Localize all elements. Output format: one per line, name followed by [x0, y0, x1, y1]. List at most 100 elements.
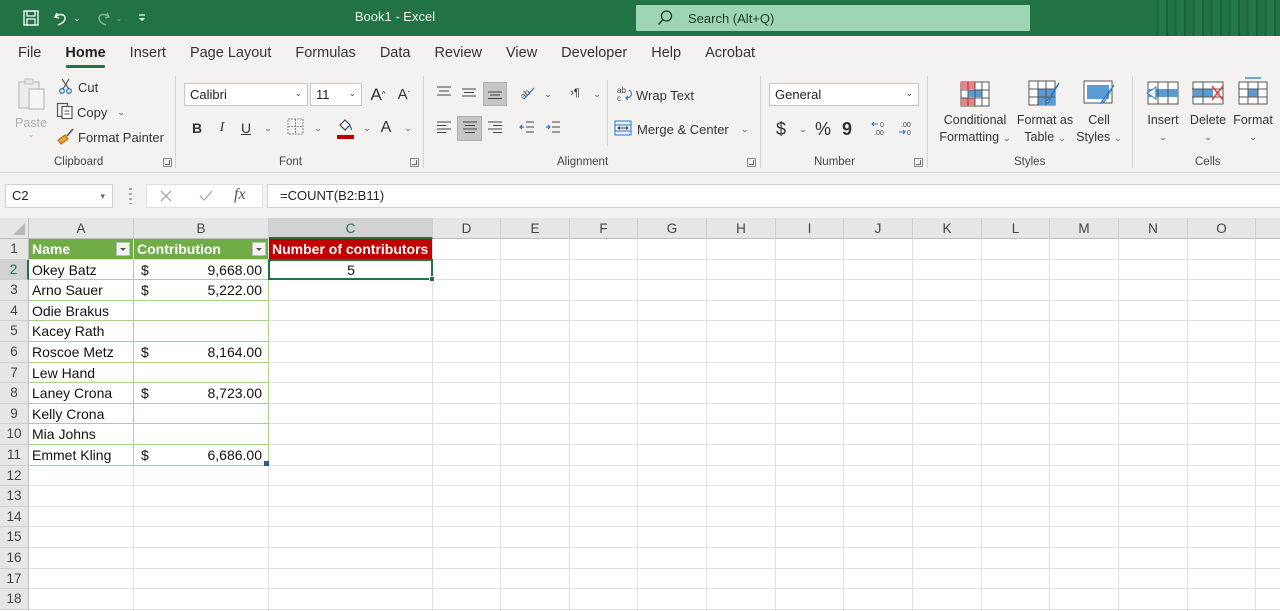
paste-button[interactable]: Paste ⌄ — [12, 76, 50, 146]
table-cell-amount[interactable]: 6,686.00 — [134, 445, 265, 465]
insert-function-icon[interactable]: fx — [234, 186, 246, 204]
row-header-16[interactable]: 16 — [0, 548, 29, 569]
tab-developer[interactable]: Developer — [549, 36, 639, 72]
conditional-formatting-button[interactable]: Conditional Formatting ⌄ — [938, 112, 1012, 147]
increase-indent-button[interactable] — [542, 117, 564, 139]
column-header-c[interactable]: C — [269, 218, 433, 239]
table-cell-amount[interactable]: 8,723.00 — [134, 383, 265, 403]
tab-home[interactable]: Home — [53, 36, 117, 72]
column-header-b[interactable]: B — [134, 218, 269, 239]
tab-formulas[interactable]: Formulas — [283, 36, 367, 72]
table-cell-amount[interactable]: 8,164.00 — [134, 342, 265, 362]
insert-cells-button[interactable]: Insert ⌄ — [1143, 112, 1183, 146]
row-header-18[interactable]: 18 — [0, 589, 29, 610]
italic-button[interactable]: I — [211, 117, 233, 139]
row-header-8[interactable]: 8 — [0, 383, 29, 404]
column-header-a[interactable]: A — [29, 218, 134, 239]
worksheet-grid[interactable]: A B C D E F G H I J K L M N O 1 2 3 4 5 6 7 8 9 10 11 12 13 14 15 16 17… — [0, 218, 1280, 611]
table-cell-name[interactable]: Arno Sauer — [29, 280, 133, 300]
tab-page-layout[interactable]: Page Layout — [178, 36, 283, 72]
formula-bar-resize-handle[interactable] — [129, 188, 132, 204]
column-header-f[interactable]: F — [570, 218, 638, 239]
decrease-indent-button[interactable] — [516, 117, 538, 139]
column-header-l[interactable]: L — [982, 218, 1050, 239]
tab-review[interactable]: Review — [422, 36, 494, 72]
fill-color-dropdown-icon[interactable]: ⌄ — [361, 119, 373, 137]
top-align-button[interactable] — [433, 82, 455, 104]
filter-dropdown-button[interactable] — [252, 242, 266, 256]
row-header-11[interactable]: 11 — [0, 445, 29, 466]
fill-handle[interactable] — [429, 276, 435, 283]
tab-file[interactable]: File — [6, 36, 53, 72]
decrease-decimal-button[interactable]: .00 0 — [895, 118, 919, 140]
merge-dropdown-icon[interactable]: ⌄ — [741, 124, 749, 135]
table-cell-name[interactable]: Roscoe Metz — [29, 342, 133, 362]
font-color-button[interactable]: A — [376, 116, 396, 140]
column-header-j[interactable]: J — [844, 218, 913, 239]
table-cell-name[interactable]: Mia Johns — [29, 424, 133, 444]
orientation-button[interactable]: ab — [516, 82, 538, 104]
number-launcher-icon[interactable] — [914, 158, 923, 167]
alignment-launcher-icon[interactable] — [747, 158, 756, 167]
column-header-n[interactable]: N — [1119, 218, 1188, 239]
font-size-select[interactable]: 11 ⌄ — [310, 83, 362, 106]
formula-input[interactable]: =COUNT(B2:B11) — [267, 184, 1280, 208]
accounting-dropdown-icon[interactable]: ⌄ — [797, 120, 809, 138]
row-header-4[interactable]: 4 — [0, 300, 29, 322]
orientation-dropdown-icon[interactable]: ⌄ — [542, 85, 554, 103]
middle-align-button[interactable] — [458, 82, 480, 104]
delete-cells-button[interactable]: Delete ⌄ — [1186, 112, 1230, 146]
align-right-button[interactable] — [484, 117, 506, 139]
cut-button[interactable]: Cut — [58, 77, 98, 97]
merge-center-button[interactable]: Merge & Center ⌄ — [614, 118, 748, 140]
font-launcher-icon[interactable] — [410, 158, 419, 167]
tab-insert[interactable]: Insert — [118, 36, 178, 72]
row-header-2[interactable]: 2 — [0, 259, 29, 281]
borders-dropdown-icon[interactable]: ⌄ — [312, 119, 324, 137]
column-header-d[interactable]: D — [433, 218, 501, 239]
column-header-i[interactable]: I — [776, 218, 844, 239]
decrease-font-size-button[interactable]: Aˇ — [394, 83, 414, 106]
align-center-button[interactable] — [457, 116, 482, 141]
tab-acrobat[interactable]: Acrobat — [693, 36, 767, 72]
format-cells-button[interactable]: Format ⌄ — [1230, 112, 1276, 146]
table-resize-handle[interactable] — [264, 460, 269, 466]
copy-dropdown-icon[interactable]: ⌄ — [117, 107, 125, 118]
column-header-g[interactable]: G — [638, 218, 707, 239]
format-as-table-button[interactable]: Format as Table ⌄ — [1014, 112, 1076, 147]
row-header-12[interactable]: 12 — [0, 465, 29, 487]
column-header-m[interactable]: M — [1050, 218, 1119, 239]
filter-dropdown-button[interactable] — [116, 242, 130, 256]
tab-help[interactable]: Help — [639, 36, 693, 72]
table-cell-name[interactable]: Laney Crona — [29, 383, 133, 403]
percent-style-button[interactable]: % — [812, 117, 834, 141]
bottom-align-button[interactable] — [483, 82, 507, 106]
increase-decimal-button[interactable]: 0.00 — [868, 118, 892, 140]
table-cell-name[interactable]: Emmet Kling — [29, 445, 133, 465]
copy-button[interactable]: Copy ⌄ — [56, 102, 125, 122]
underline-button[interactable]: U — [236, 117, 256, 139]
format-painter-button[interactable]: Format Painter — [57, 127, 164, 147]
table-cell-name[interactable]: Odie Brakus — [29, 301, 133, 321]
font-name-select[interactable]: Calibri ⌄ — [184, 83, 308, 106]
row-header-15[interactable]: 15 — [0, 527, 29, 548]
bold-button[interactable]: B — [186, 117, 208, 139]
tab-view[interactable]: View — [494, 36, 549, 72]
fill-color-button[interactable] — [334, 116, 356, 140]
row-header-7[interactable]: 7 — [0, 362, 29, 384]
cell-styles-button[interactable]: Cell Styles ⌄ — [1074, 112, 1124, 147]
comma-style-button[interactable]: 9 — [840, 117, 854, 141]
name-box[interactable]: C2 ▾ — [5, 184, 113, 208]
column-header-k[interactable]: K — [913, 218, 982, 239]
row-header-10[interactable]: 10 — [0, 424, 29, 445]
font-color-dropdown-icon[interactable]: ⌄ — [402, 119, 414, 137]
row-header-6[interactable]: 6 — [0, 342, 29, 363]
column-header-o[interactable]: O — [1188, 218, 1256, 239]
number-format-select[interactable]: General ⌄ — [769, 83, 919, 106]
cancel-icon[interactable] — [157, 187, 175, 210]
underline-dropdown-icon[interactable]: ⌄ — [262, 119, 274, 137]
table-cell-name[interactable]: Lew Hand — [29, 363, 133, 383]
text-direction-dropdown-icon[interactable]: ⌄ — [591, 85, 603, 103]
column-header-h[interactable]: H — [707, 218, 776, 239]
row-header-1[interactable]: 1 — [0, 239, 29, 260]
